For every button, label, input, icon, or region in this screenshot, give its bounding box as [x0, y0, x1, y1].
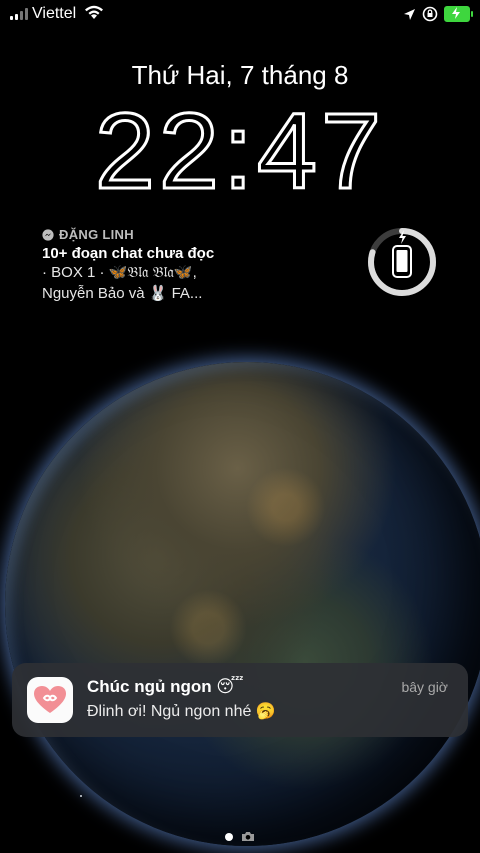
star [80, 795, 82, 797]
lockscreen-clock: 22:47 [0, 89, 480, 213]
page-dot-icon [225, 832, 233, 841]
camera-icon[interactable] [241, 831, 255, 842]
status-right-group [403, 6, 473, 22]
messenger-widget[interactable]: ĐẶNG LINH 10+ đoạn chat chưa đọc · BOX 1… [42, 227, 272, 304]
notification-title: Chúc ngủ ngon 😴 [87, 677, 244, 696]
lockscreen-time: 22:47 [95, 96, 385, 206]
status-bar: Viettel [0, 0, 480, 30]
notification-card[interactable]: Chúc ngủ ngon 😴 bây giờ Đlinh ơi! Ngủ ng… [12, 663, 468, 737]
heart-infinity-icon [27, 677, 73, 723]
messenger-icon [42, 228, 54, 241]
carrier-name: Viettel [32, 5, 77, 22]
wifi-icon [84, 5, 104, 26]
orientation-lock-icon [422, 6, 438, 22]
messenger-line-2: Nguyễn Bảo và 🐰 FA... [42, 285, 203, 302]
battery-widget[interactable] [366, 226, 438, 298]
page-indicator [0, 831, 480, 842]
messenger-widget-header: ĐẶNG LINH [42, 227, 272, 242]
earth-wallpaper [5, 362, 480, 846]
location-arrow-icon [404, 8, 415, 20]
signal-icon [10, 8, 28, 20]
notification-time: bây giờ [401, 679, 448, 695]
messenger-sender: ĐẶNG LINH [59, 227, 134, 242]
lockscreen-date: Thứ Hai, 7 tháng 8 [131, 60, 349, 90]
battery-charging-icon [444, 6, 473, 22]
notification-body: Đlinh ơi! Ngủ ngon nhé 🥱 [87, 703, 276, 720]
messenger-line-1: · BOX 1 · 🦋𝔅𝔩𝔞 𝔅𝔩𝔞🦋, [42, 264, 197, 281]
phone-charging-icon [392, 230, 412, 278]
messenger-title: 10+ đoạn chat chưa đọc [42, 245, 215, 262]
